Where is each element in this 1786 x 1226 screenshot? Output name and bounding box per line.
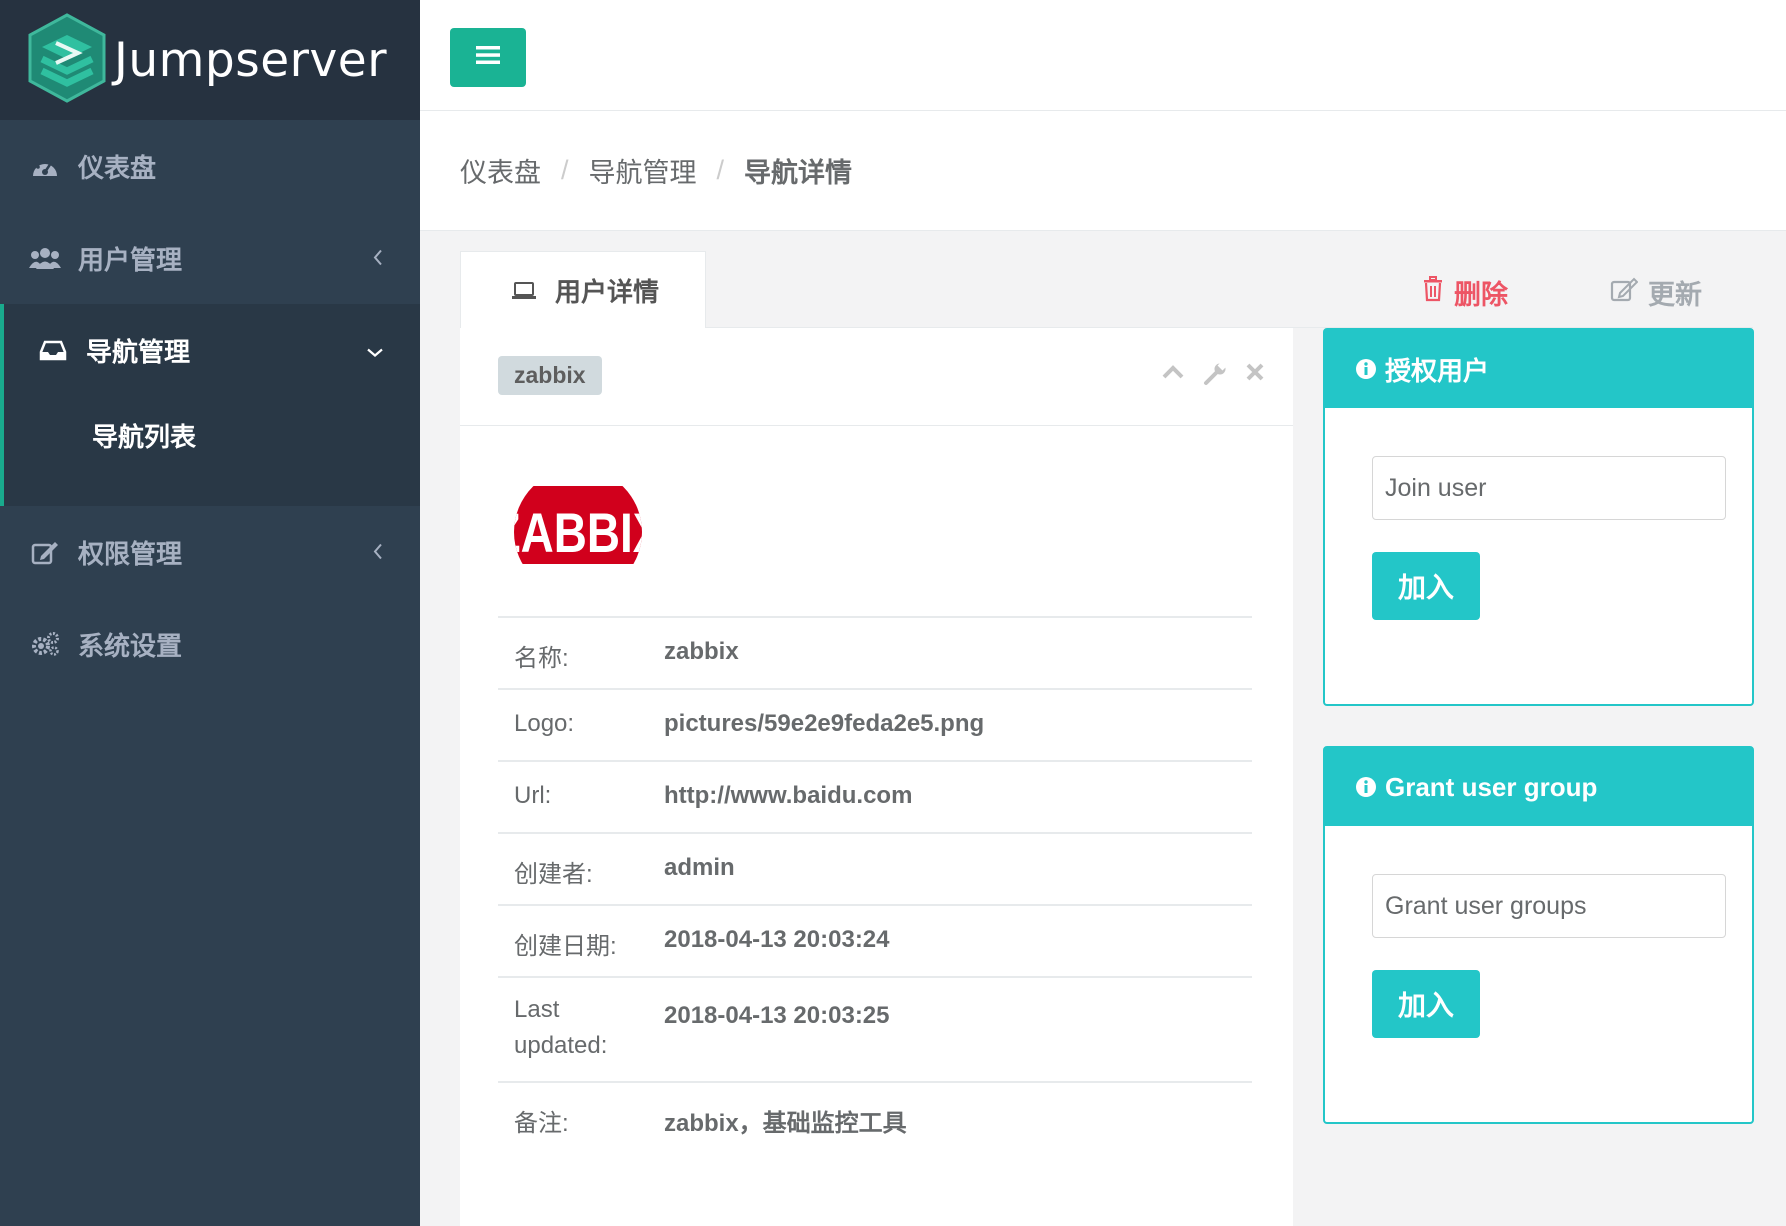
grant-user-group-panel: Grant user group 加入 — [1323, 746, 1754, 1124]
detail-panel: zabbix ZABBIX 名称: zabbix Logo: picture — [460, 328, 1293, 1226]
breadcrumb-item-current: 导航详情 — [744, 158, 853, 188]
field-value: zabbix，基础监控工具 — [664, 1110, 907, 1137]
sidebar-item-navigation[interactable]: 导航管理 — [4, 304, 420, 396]
table-row: Last updated: 2018-04-13 20:03:25 — [498, 977, 1252, 1082]
panel-tools — [1161, 362, 1265, 386]
brand-logo[interactable]: Jumpserver — [0, 0, 420, 120]
edit-icon — [28, 537, 62, 567]
grant-user-group-title: Grant user group — [1385, 771, 1598, 802]
brand-name: Jumpserver — [114, 32, 388, 88]
field-label: Logo: — [514, 710, 575, 737]
join-user-button[interactable]: 加入 — [1372, 552, 1480, 620]
breadcrumb-separator: / — [561, 155, 569, 185]
field-value: http://www.baidu.com — [664, 782, 913, 809]
zabbix-logo-text: ZABBIX — [514, 502, 642, 564]
sidebar-group-navigation: 导航管理 导航列表 — [0, 304, 420, 506]
laptop-icon — [511, 281, 537, 301]
grant-user-groups-input[interactable] — [1372, 874, 1726, 938]
table-row: 名称: zabbix — [498, 617, 1252, 689]
sidebar-item-settings[interactable]: 系统设置 — [0, 598, 420, 690]
chevron-left-icon — [372, 537, 384, 568]
field-value: zabbix — [664, 638, 739, 665]
field-value: 2018-04-13 20:03:24 — [664, 926, 890, 953]
field-label: 创建日期: — [514, 933, 617, 960]
breadcrumb: 仪表盘 / 导航管理 / 导航详情 — [420, 111, 1786, 231]
hamburger-icon — [476, 45, 500, 70]
info-circle-icon — [1355, 358, 1377, 380]
inbox-icon — [36, 335, 70, 365]
cogs-icon — [28, 629, 62, 659]
sidebar-item-permissions[interactable]: 权限管理 — [0, 506, 420, 598]
close-icon[interactable] — [1245, 362, 1265, 386]
grant-user-group-panel-header: Grant user group — [1325, 748, 1752, 826]
toggle-sidebar-button[interactable] — [450, 28, 526, 87]
table-row: 创建日期: 2018-04-13 20:03:24 — [498, 905, 1252, 977]
sidebar-item-label: 用户管理 — [78, 244, 183, 275]
grant-user-title: 授权用户 — [1385, 355, 1490, 386]
trash-icon — [1422, 276, 1454, 309]
chevron-down-icon — [366, 335, 384, 366]
sidebar: Jumpserver 仪表盘 用户管理 导航管理 导航列表 权限管理 系统设置 — [0, 0, 420, 1226]
grant-user-panel-header: 授权用户 — [1325, 330, 1752, 408]
sidebar-item-label: 权限管理 — [78, 538, 183, 569]
edit-icon — [1610, 276, 1648, 309]
breadcrumb-separator: / — [716, 155, 725, 185]
field-value: 2018-04-13 20:03:25 — [664, 1002, 890, 1029]
info-circle-icon — [1355, 776, 1377, 798]
grant-user-panel: 授权用户 加入 — [1323, 328, 1754, 706]
field-label: 备注: — [514, 1110, 569, 1137]
update-button[interactable]: 更新 — [1610, 273, 1702, 312]
detail-tabs: 用户详情 删除 更新 — [460, 251, 1753, 329]
sidebar-item-dashboard[interactable]: 仪表盘 — [0, 120, 420, 212]
sidebar-item-label: 仪表盘 — [78, 152, 157, 183]
collapse-chevron-up-icon[interactable] — [1161, 362, 1185, 386]
delete-label: 删除 — [1454, 280, 1508, 310]
field-value: admin — [664, 854, 735, 881]
update-label: 更新 — [1648, 280, 1702, 310]
field-label: 名称: — [514, 645, 569, 672]
tab-user-detail[interactable]: 用户详情 — [460, 251, 706, 329]
wrench-icon[interactable] — [1203, 362, 1227, 386]
table-row: 备注: zabbix，基础监控工具 — [498, 1082, 1252, 1154]
field-label: Url: — [514, 782, 552, 809]
field-value: pictures/59e2e9feda2e5.png — [664, 710, 985, 737]
top-navbar — [420, 0, 1786, 111]
detail-info-table: 名称: zabbix Logo: pictures/59e2e9feda2e5.… — [498, 616, 1252, 1154]
chevron-left-icon — [372, 243, 384, 274]
detail-title-badge: zabbix — [498, 356, 602, 395]
join-user-group-button[interactable]: 加入 — [1372, 970, 1480, 1038]
table-row: 创建者: admin — [498, 833, 1252, 905]
tab-label: 用户详情 — [555, 277, 660, 307]
zabbix-logo-image: ZABBIX — [514, 468, 642, 596]
dashboard-icon — [28, 151, 62, 181]
breadcrumb-item-navigation[interactable]: 导航管理 — [589, 151, 697, 190]
sidebar-item-label: 系统设置 — [78, 630, 183, 661]
detail-panel-header: zabbix — [460, 328, 1293, 426]
breadcrumb-item-dashboard[interactable]: 仪表盘 — [460, 151, 541, 190]
sidebar-subitem-navigation-list[interactable]: 导航列表 — [4, 396, 420, 474]
sidebar-item-users[interactable]: 用户管理 — [0, 212, 420, 304]
field-label: 创建者: — [514, 861, 593, 888]
field-label: Last updated: — [514, 996, 608, 1059]
join-user-input[interactable] — [1372, 456, 1726, 520]
sidebar-item-label: 导航管理 — [86, 336, 191, 367]
table-row: Logo: pictures/59e2e9feda2e5.png — [498, 689, 1252, 761]
users-icon — [28, 243, 62, 273]
jumpserver-logo-icon — [26, 12, 108, 108]
delete-button[interactable]: 删除 — [1422, 273, 1508, 312]
table-row: Url: http://www.baidu.com — [498, 761, 1252, 833]
